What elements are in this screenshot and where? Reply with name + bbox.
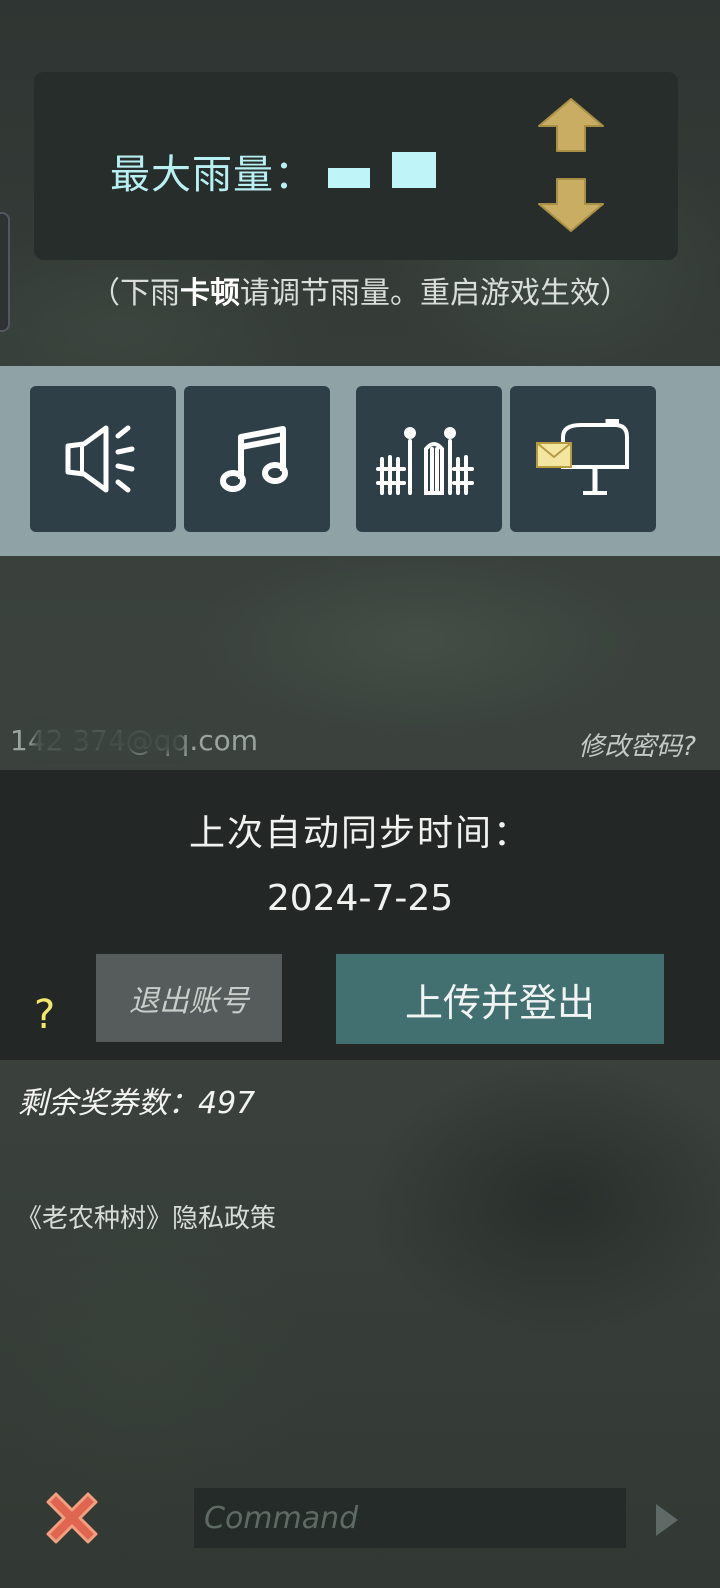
arrow-up-icon[interactable] <box>536 96 606 154</box>
music-button[interactable] <box>184 386 330 532</box>
close-icon[interactable] <box>38 1484 106 1552</box>
rain-level-bar-1 <box>328 168 370 188</box>
upload-and-logout-button[interactable]: 上传并登出 <box>336 954 664 1044</box>
mailbox-icon <box>536 419 629 495</box>
rain-level-bar-2 <box>392 152 436 188</box>
logout-button[interactable]: 退出账号 <box>96 954 282 1042</box>
arrow-down-icon[interactable] <box>536 176 606 234</box>
speaker-icon <box>65 425 135 493</box>
rain-hint-bold: 卡顿 <box>180 276 240 311</box>
rain-settings-panel: 最大雨量： <box>34 72 678 260</box>
email-redaction <box>34 726 184 754</box>
help-button[interactable]: ? <box>34 992 55 1038</box>
max-rain-label: 最大雨量： <box>110 152 315 198</box>
last-sync-label: 上次自动同步时间： <box>188 813 531 854</box>
rain-hint-text: （下雨卡顿请调节雨量。重启游戏生效） <box>0 268 720 312</box>
last-sync-date: 2024-7-25 <box>266 878 454 919</box>
sound-button[interactable] <box>30 386 176 532</box>
send-arrow-icon[interactable] <box>652 1500 682 1540</box>
settings-icon-strip <box>0 366 720 556</box>
fence-button[interactable] <box>356 386 502 532</box>
rain-hint-suffix: 请调节雨量。重启游戏生效） <box>240 276 630 311</box>
sync-panel: 上次自动同步时间： 2024-7-25 ? 退出账号 上传并登出 <box>0 770 720 1060</box>
music-note-icon <box>220 426 288 492</box>
privacy-policy-link[interactable]: 《老农种树》隐私政策 <box>16 1198 276 1235</box>
remaining-tickets: 剩余奖券数：497 <box>18 1086 256 1121</box>
fence-gate-icon <box>376 427 474 495</box>
command-input[interactable] <box>194 1488 626 1548</box>
rain-hint-prefix: （下雨 <box>90 276 180 311</box>
mail-button[interactable] <box>510 386 656 532</box>
change-password-link[interactable]: 修改密码? <box>578 726 696 763</box>
